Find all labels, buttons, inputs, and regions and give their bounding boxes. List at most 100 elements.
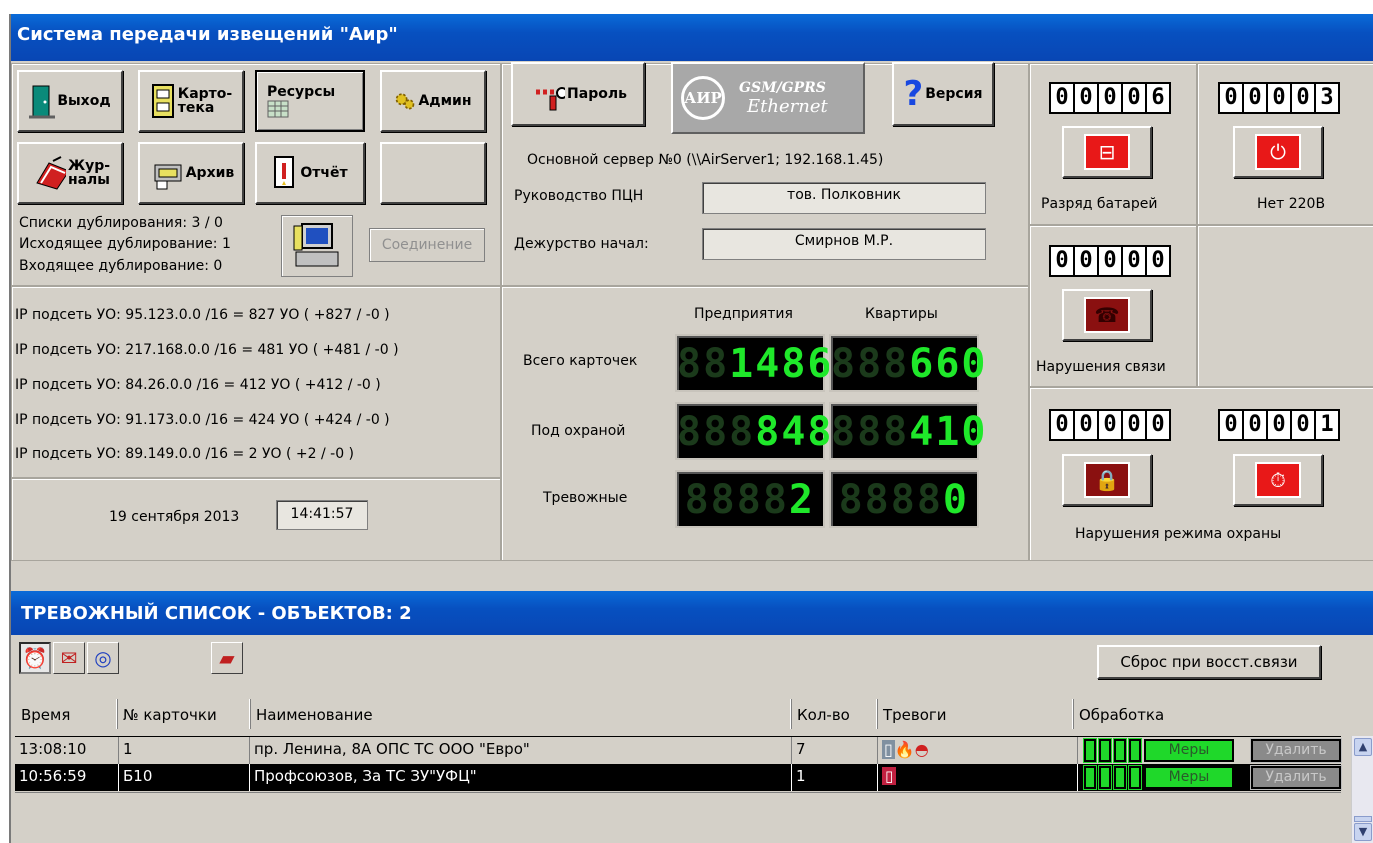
admin-button[interactable]: Админ xyxy=(380,70,486,132)
fire-icon: 🔥 xyxy=(894,740,915,759)
counter-digit: 0 xyxy=(1291,410,1315,440)
battery-alarm-button[interactable]: ⊟ xyxy=(1062,126,1152,178)
col-name[interactable]: Наименование xyxy=(250,699,791,729)
counter-digit: 0 xyxy=(1050,246,1074,276)
mode2-alarm-button[interactable]: ⏱ xyxy=(1233,454,1323,506)
resources-button[interactable]: Ресурсы xyxy=(255,70,365,132)
counter-digit: 0 xyxy=(1267,410,1291,440)
signal-filter-button[interactable]: ◎ xyxy=(87,642,119,674)
signal-icon: ◎ xyxy=(94,646,112,670)
counter-digit: 1 xyxy=(1315,410,1339,440)
management-field: тов. Полковник xyxy=(702,182,986,214)
counter-digit: 0 xyxy=(1219,83,1243,113)
duplication-computer-icon[interactable] xyxy=(281,215,353,277)
cell-alarms: ▯ 🔥◓ xyxy=(878,737,1078,764)
power-counter: 00003 xyxy=(1218,82,1340,114)
window-title: Система передачи извещений "Аир" xyxy=(11,14,1373,61)
counter-digit: 0 xyxy=(1146,410,1170,440)
power-alarm-button[interactable]: ⏻ xyxy=(1233,126,1323,178)
duty-field: Смирнов М.Р. xyxy=(702,228,986,260)
mode1-alarm-button[interactable]: 🔒 xyxy=(1062,454,1152,506)
cell-card: Б10 xyxy=(119,764,250,791)
led-value: 410 xyxy=(909,409,988,455)
resources-label: Ресурсы xyxy=(267,84,336,100)
counter-digit: 0 xyxy=(1074,410,1098,440)
table-row[interactable]: 10:56:59 Б10 Профсоюзов, За ТС ЗУ"УФЦ" 1… xyxy=(15,764,1342,791)
battery-icon: ⊟ xyxy=(1084,134,1130,170)
version-button[interactable]: ? Версия xyxy=(892,62,994,126)
scroll-up-button[interactable]: ▲ xyxy=(1354,738,1372,756)
link-empty-panel xyxy=(1197,225,1373,387)
door-icon xyxy=(29,85,56,119)
subnet-line: IP подсеть УО: 95.123.0.0 /16 = 827 УО (… xyxy=(15,307,390,323)
alarm-list-title: ТРЕВОЖНЫЙ СПИСОК - ОБЪЕКТОВ: 2 xyxy=(11,591,1373,635)
scroll-thumb[interactable] xyxy=(1354,816,1372,822)
col-enterprises: Предприятия xyxy=(694,306,793,322)
alarm-enterprises-display: 88882 xyxy=(675,470,825,528)
mail-filter-button[interactable]: ✉ xyxy=(53,642,85,674)
link-counter: 00000 xyxy=(1049,245,1171,277)
archive-drawer-icon xyxy=(154,164,182,190)
door-alarm-icon: ▯ xyxy=(882,767,897,785)
logo-line2: Ethernet xyxy=(747,95,828,117)
archive-button[interactable]: Архив xyxy=(138,142,244,204)
battery-label: Разряд батарей xyxy=(1041,196,1158,212)
table-icon xyxy=(267,100,289,118)
password-button[interactable]: Пароль xyxy=(511,62,645,126)
measures-button[interactable]: Меры xyxy=(1144,739,1234,762)
subnet-line: IP подсеть УО: 89.149.0.0 /16 = 2 УО ( +… xyxy=(15,446,355,462)
cell-count: 7 xyxy=(792,737,878,764)
delete-button[interactable]: Удалить xyxy=(1250,738,1342,763)
clock-filter-button[interactable]: ⏰ xyxy=(19,642,51,674)
cards-button[interactable]: Карто- тека xyxy=(138,70,244,132)
connect-button-label: Соединение xyxy=(381,237,473,253)
phone-icon: ☎ xyxy=(1084,297,1130,333)
book-button[interactable]: ▰ xyxy=(211,642,243,674)
led-ghost: 888 xyxy=(831,409,910,455)
mode-label: Нарушения режима охраны xyxy=(1075,526,1282,542)
col-time[interactable]: Время xyxy=(15,699,117,729)
archive-label: Архив xyxy=(185,165,235,181)
subnet-line: IP подсеть УО: 217.168.0.0 /16 = 481 УО … xyxy=(15,342,399,358)
reset-button-label: Сброс при восст.связи xyxy=(1120,653,1298,671)
counter-digit: 0 xyxy=(1243,410,1267,440)
vertical-scrollbar[interactable]: ▲ ▼ xyxy=(1351,736,1373,843)
book-icon: ▰ xyxy=(219,646,235,670)
col-count[interactable]: Кол-во xyxy=(791,699,877,729)
counter-digit: 0 xyxy=(1122,83,1146,113)
link-alarm-button[interactable]: ☎ xyxy=(1062,289,1152,341)
row-alarm: Тревожные xyxy=(543,490,628,506)
scroll-down-button[interactable]: ▼ xyxy=(1354,823,1372,841)
counter-digit: 0 xyxy=(1122,410,1146,440)
question-icon: ? xyxy=(903,74,924,114)
exit-button[interactable]: Выход xyxy=(17,70,123,132)
delete-button[interactable]: Удалить xyxy=(1250,765,1342,790)
report-button[interactable]: Отчёт xyxy=(255,142,365,204)
main-server: Основной сервер №0 (\\AirServer1; 192.16… xyxy=(527,152,884,168)
empty-button[interactable] xyxy=(380,142,486,204)
duplication-incoming: Входящее дублирование: 0 xyxy=(19,258,223,274)
total-apartments-display: 888660 xyxy=(829,334,985,392)
mode2-counter: 00001 xyxy=(1218,409,1340,441)
led-value: 2 xyxy=(788,477,815,523)
reset-on-restore-button[interactable]: Сброс при восст.связи xyxy=(1097,645,1321,679)
col-card[interactable]: № карточки xyxy=(117,699,250,729)
connect-button[interactable]: Соединение xyxy=(369,228,485,262)
counter-digit: 0 xyxy=(1146,246,1170,276)
col-processing[interactable]: Обработка xyxy=(1073,699,1353,729)
counter-digit: 0 xyxy=(1291,83,1315,113)
row-guarded: Под охраной xyxy=(531,423,626,439)
journals-button[interactable]: Жур- налы xyxy=(17,142,123,204)
col-alarms[interactable]: Тревоги xyxy=(877,699,1073,729)
air-logo: АИР GSM/GPRS Ethernet xyxy=(671,62,865,134)
cabinet-icon xyxy=(151,84,174,118)
mode1-counter: 00000 xyxy=(1049,409,1171,441)
table-row[interactable]: 13:08:10 1 пр. Ленина, 8А ОПС ТС ООО "Ев… xyxy=(15,736,1342,764)
led-ghost: 888 xyxy=(831,341,910,387)
guarded-apartments-display: 888410 xyxy=(829,402,985,460)
journals-label: Жур- налы xyxy=(67,158,111,188)
counter-digit: 0 xyxy=(1122,246,1146,276)
processing-indicators: Меры xyxy=(1083,738,1234,763)
counter-digit: 0 xyxy=(1074,246,1098,276)
measures-button[interactable]: Меры xyxy=(1144,766,1234,789)
